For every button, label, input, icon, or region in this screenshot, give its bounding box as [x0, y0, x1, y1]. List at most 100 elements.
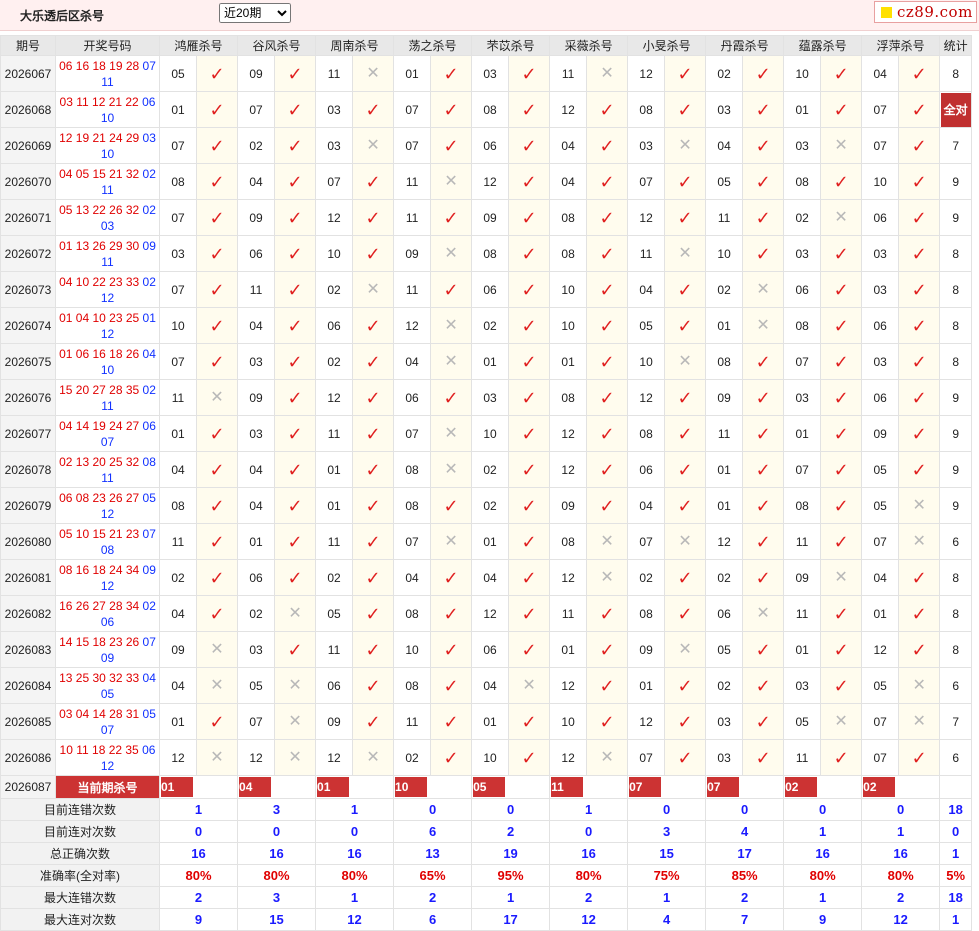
kill-number: 02 [705, 559, 744, 596]
kill-number: 03 [783, 235, 822, 272]
draw-cell: 01 13 26 29 30 09 11 [55, 235, 160, 272]
stat-count: 8 [939, 631, 973, 668]
kill-number: 03 [471, 379, 510, 416]
result-mark: ✓ [898, 271, 941, 308]
kill-number: 09 [861, 415, 900, 452]
front-numbers: 15 20 27 28 35 [59, 382, 140, 397]
result-mark: ✓ [195, 199, 239, 236]
kill-number: 11 [237, 271, 276, 308]
kill-number: 01 [549, 631, 588, 668]
draw-line: 01 13 26 29 30 09 [57, 238, 159, 254]
table-row: 2026080 05 10 15 21 23 07 08 11 ✓ 01 ✓ 11 ✓ 07 ✕ 01… [0, 523, 973, 560]
kill-number: 11 [315, 631, 354, 668]
kill-number: 11 [315, 55, 354, 92]
check-icon: ✓ [209, 351, 225, 372]
kill-number: 10 [627, 343, 666, 380]
check-icon: ✓ [209, 99, 225, 120]
draw-cell: 06 16 18 19 28 07 11 [55, 55, 160, 92]
kill-number: 06 [237, 559, 276, 596]
kill-number: 08 [393, 487, 432, 524]
kill-number: 02 [471, 451, 510, 488]
result-mark: ✓ [898, 559, 941, 596]
check-icon: ✓ [599, 639, 615, 660]
result-mark: ✓ [430, 199, 473, 236]
kill-number: 01 [705, 487, 744, 524]
kill-number: 02 [471, 307, 510, 344]
summary-value: 3 [237, 886, 317, 909]
summary-value: 1 [471, 886, 551, 909]
draw-cell: 04 05 15 21 32 02 11 [55, 163, 160, 200]
back-number: 03 [142, 130, 156, 145]
check-icon: ✓ [521, 711, 537, 732]
back-number-2: 05 [100, 686, 115, 701]
kill-number: 11 [393, 703, 432, 740]
kill-number: 03 [315, 127, 354, 164]
cross-icon: ✕ [756, 604, 770, 622]
stat-count: 7 [939, 703, 973, 740]
summary-value: 0 [158, 820, 239, 843]
result-mark: ✓ [742, 55, 785, 92]
stat-count: 8 [939, 235, 973, 272]
check-icon: ✓ [521, 243, 537, 264]
kill-number: 01 [237, 523, 276, 560]
kill-number: 12 [627, 199, 666, 236]
result-mark: ✕ [430, 523, 473, 560]
current-kill-number: 02 [863, 777, 896, 797]
current-kill-cell: 04 [237, 775, 317, 799]
result-mark: ✓ [508, 487, 551, 524]
check-icon: ✓ [443, 135, 459, 156]
check-icon: ✓ [287, 99, 303, 120]
table-row: 2026082 16 26 27 28 34 02 06 04 ✓ 02 ✕ 05 ✓ 08 ✓ 12… [0, 595, 973, 632]
kill-number: 11 [705, 415, 744, 452]
current-kill-cell: 11 [549, 775, 629, 799]
kill-number: 10 [549, 703, 588, 740]
result-mark: ✓ [664, 559, 707, 596]
period-select[interactable]: 近20期 [219, 3, 291, 23]
cross-icon: ✕ [834, 568, 848, 586]
kill-number: 05 [861, 451, 900, 488]
result-mark: ✓ [820, 631, 863, 668]
issue-cell: 2026074 [0, 307, 56, 344]
front-numbers: 05 13 22 26 32 [59, 202, 140, 217]
back-number-2: 10 [100, 110, 115, 125]
kill-number: 01 [315, 487, 354, 524]
check-icon: ✓ [365, 387, 381, 408]
check-icon: ✓ [365, 351, 381, 372]
result-mark: ✓ [742, 379, 785, 416]
result-mark: ✓ [195, 415, 239, 452]
result-mark: ✓ [664, 451, 707, 488]
summary-value: 16 [861, 842, 941, 865]
check-icon: ✓ [209, 531, 225, 552]
kill-number: 07 [159, 343, 197, 380]
summary-value: 95% [471, 864, 551, 887]
cross-icon: ✕ [444, 424, 458, 442]
check-icon: ✓ [911, 387, 927, 408]
result-mark: ✓ [352, 199, 395, 236]
result-mark: ✕ [898, 703, 941, 740]
kill-number: 02 [627, 559, 666, 596]
table-row: 2026072 01 13 26 29 30 09 11 03 ✓ 06 ✓ 10 ✓ 09 ✕ 08… [0, 235, 973, 272]
result-mark: ✓ [195, 163, 239, 200]
summary-value: 0 [315, 820, 395, 843]
result-mark: ✓ [508, 199, 551, 236]
summary-value: 12 [315, 908, 395, 931]
result-mark: ✕ [820, 703, 863, 740]
col-header-expert: 浮萍杀号 [861, 35, 941, 56]
kill-number: 12 [549, 739, 588, 776]
summary-value: 1 [315, 886, 395, 909]
issue-cell: 2026069 [0, 127, 56, 164]
kill-number: 03 [237, 631, 276, 668]
table-row: 2026075 01 06 16 18 26 04 10 07 ✓ 03 ✓ 02 ✓ 04 ✕ 01… [0, 343, 973, 380]
result-mark: ✓ [820, 307, 863, 344]
summary-value: 15 [627, 842, 707, 865]
site-logo[interactable]: cz89.com [874, 1, 977, 23]
cross-icon: ✕ [444, 532, 458, 550]
check-icon: ✓ [521, 99, 537, 120]
summary-value: 0 [393, 798, 473, 821]
check-icon: ✓ [287, 531, 303, 552]
issue-cell: 2026077 [0, 415, 56, 452]
result-mark: ✓ [274, 91, 317, 128]
cross-icon: ✕ [912, 712, 926, 730]
check-icon: ✓ [443, 495, 459, 516]
back-number-2: 10 [100, 146, 115, 161]
